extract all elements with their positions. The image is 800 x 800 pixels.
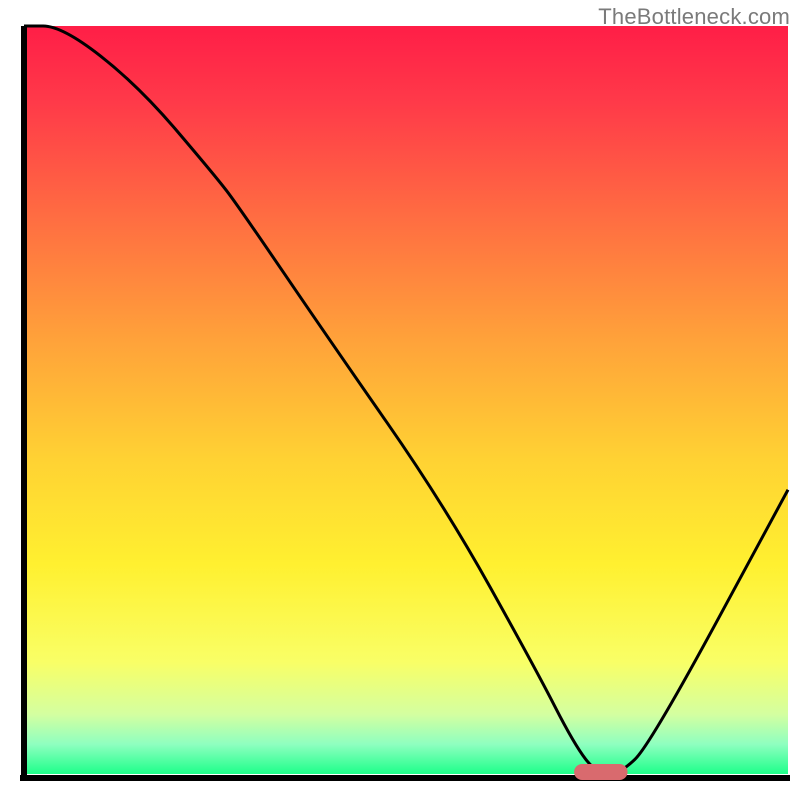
chart-container: TheBottleneck.com bbox=[0, 0, 800, 800]
optimal-range-marker bbox=[574, 764, 627, 780]
watermark-text: TheBottleneck.com bbox=[598, 4, 790, 30]
bottleneck-chart bbox=[0, 0, 800, 800]
plot-background bbox=[24, 26, 788, 774]
